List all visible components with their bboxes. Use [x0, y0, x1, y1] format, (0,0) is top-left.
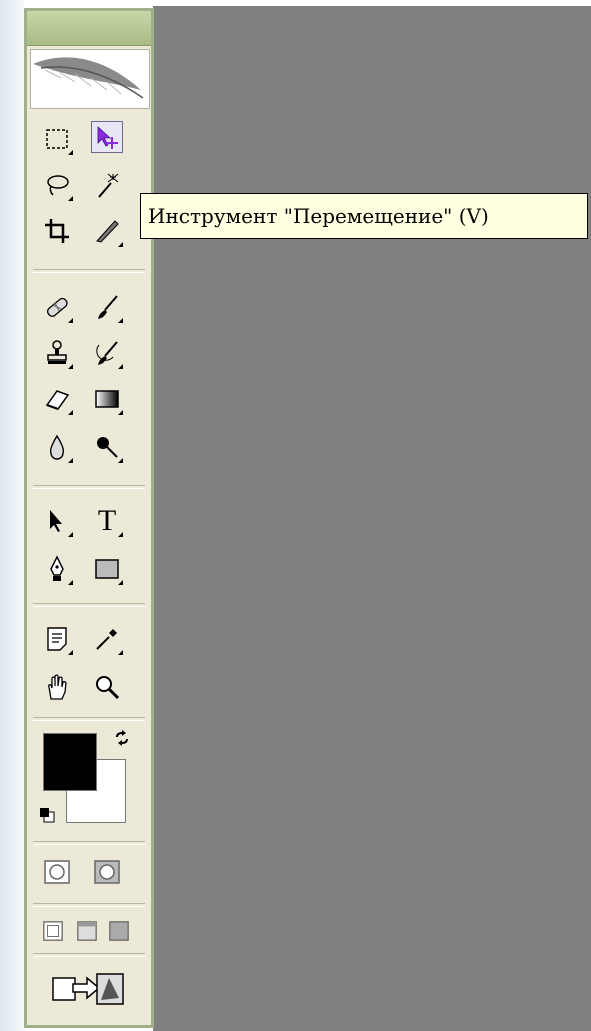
- history-brush-icon: [96, 341, 118, 365]
- quick-mask-icon: [94, 860, 120, 884]
- gradient-tool-button[interactable]: [91, 383, 123, 415]
- eyedropper-tool-button[interactable]: [91, 623, 123, 655]
- default-colors-button[interactable]: [39, 807, 55, 823]
- slice-icon: [96, 220, 119, 243]
- crop-icon: [45, 219, 69, 243]
- standard-mode-button[interactable]: [41, 856, 73, 888]
- rectangular-marquee-icon: [46, 129, 68, 149]
- magic-wand-tool-button[interactable]: [91, 169, 123, 201]
- crop-tool-button[interactable]: [41, 215, 73, 247]
- toolbox-separator: [33, 903, 145, 907]
- full-screen-menu-mode-button[interactable]: [75, 915, 99, 947]
- full-screen-icon: [109, 921, 129, 941]
- healing-brush-tool-button[interactable]: [41, 291, 73, 323]
- default-colors-icon: [40, 808, 55, 823]
- toolbox-separator: [33, 485, 145, 489]
- jump-to-imageready-icon: [52, 973, 124, 1005]
- brush-tool-button[interactable]: [91, 291, 123, 323]
- toolbox-separator: [33, 603, 145, 607]
- pen-icon: [50, 555, 64, 581]
- notes-icon: [47, 627, 67, 651]
- hand-icon: [48, 674, 67, 700]
- hand-tool-button[interactable]: [41, 671, 73, 703]
- rectangle-shape-icon: [95, 559, 119, 579]
- dodge-tool-button[interactable]: [91, 431, 123, 463]
- type-icon: T: [97, 504, 117, 537]
- type-tool-button[interactable]: T: [91, 505, 123, 537]
- move-tool-button[interactable]: [91, 121, 123, 153]
- blur-tool-button[interactable]: [41, 431, 73, 463]
- toolbox-separator: [33, 717, 145, 721]
- feather-icon: [33, 57, 144, 99]
- eyedropper-icon: [96, 629, 117, 650]
- toolbox-title-bar[interactable]: [27, 11, 151, 46]
- clone-stamp-icon: [47, 340, 67, 364]
- standard-screen-icon: [43, 921, 63, 941]
- foreground-color-swatch[interactable]: [43, 733, 97, 791]
- full-screen-mode-button[interactable]: [107, 915, 131, 947]
- dodge-icon: [97, 437, 118, 458]
- toolbox-separator: [33, 269, 145, 273]
- shape-tool-button[interactable]: [91, 553, 123, 585]
- slice-tool-button[interactable]: [91, 215, 123, 247]
- left-margin: [0, 0, 24, 1031]
- standard-mode-icon: [44, 860, 70, 884]
- lasso-icon: [47, 175, 69, 196]
- swap-colors-button[interactable]: [113, 729, 131, 747]
- magic-wand-icon: [98, 173, 119, 198]
- pen-tool-button[interactable]: [41, 553, 73, 585]
- healing-brush-icon: [46, 297, 68, 317]
- swap-arrows-icon: [116, 730, 128, 746]
- eraser-icon: [45, 390, 70, 410]
- toolbox-separator: [33, 841, 145, 845]
- feather-logo[interactable]: [30, 49, 150, 109]
- zoom-tool-button[interactable]: [91, 671, 123, 703]
- history-brush-tool-button[interactable]: [91, 337, 123, 369]
- standard-screen-mode-button[interactable]: [41, 915, 65, 947]
- clone-stamp-tool-button[interactable]: [41, 337, 73, 369]
- tool-tooltip: Инструмент "Перемещение" (V): [140, 193, 588, 239]
- full-screen-menu-icon: [77, 921, 97, 941]
- move-tool-icon: [97, 126, 118, 149]
- gradient-icon: [95, 390, 119, 408]
- path-selection-tool-button[interactable]: [41, 505, 73, 537]
- canvas-area[interactable]: [153, 6, 591, 1031]
- lasso-tool-button[interactable]: [41, 169, 73, 201]
- blur-icon: [49, 434, 65, 460]
- marquee-tool-button[interactable]: [41, 123, 73, 155]
- notes-tool-button[interactable]: [41, 623, 73, 655]
- zoom-icon: [96, 676, 120, 700]
- toolbox-panel: T: [24, 8, 154, 1028]
- path-selection-icon: [50, 510, 62, 532]
- brush-icon: [98, 295, 118, 319]
- eraser-tool-button[interactable]: [41, 383, 73, 415]
- quick-mask-mode-button[interactable]: [91, 856, 123, 888]
- toolbox-separator: [33, 953, 145, 957]
- jump-to-imageready-button[interactable]: [41, 966, 137, 1010]
